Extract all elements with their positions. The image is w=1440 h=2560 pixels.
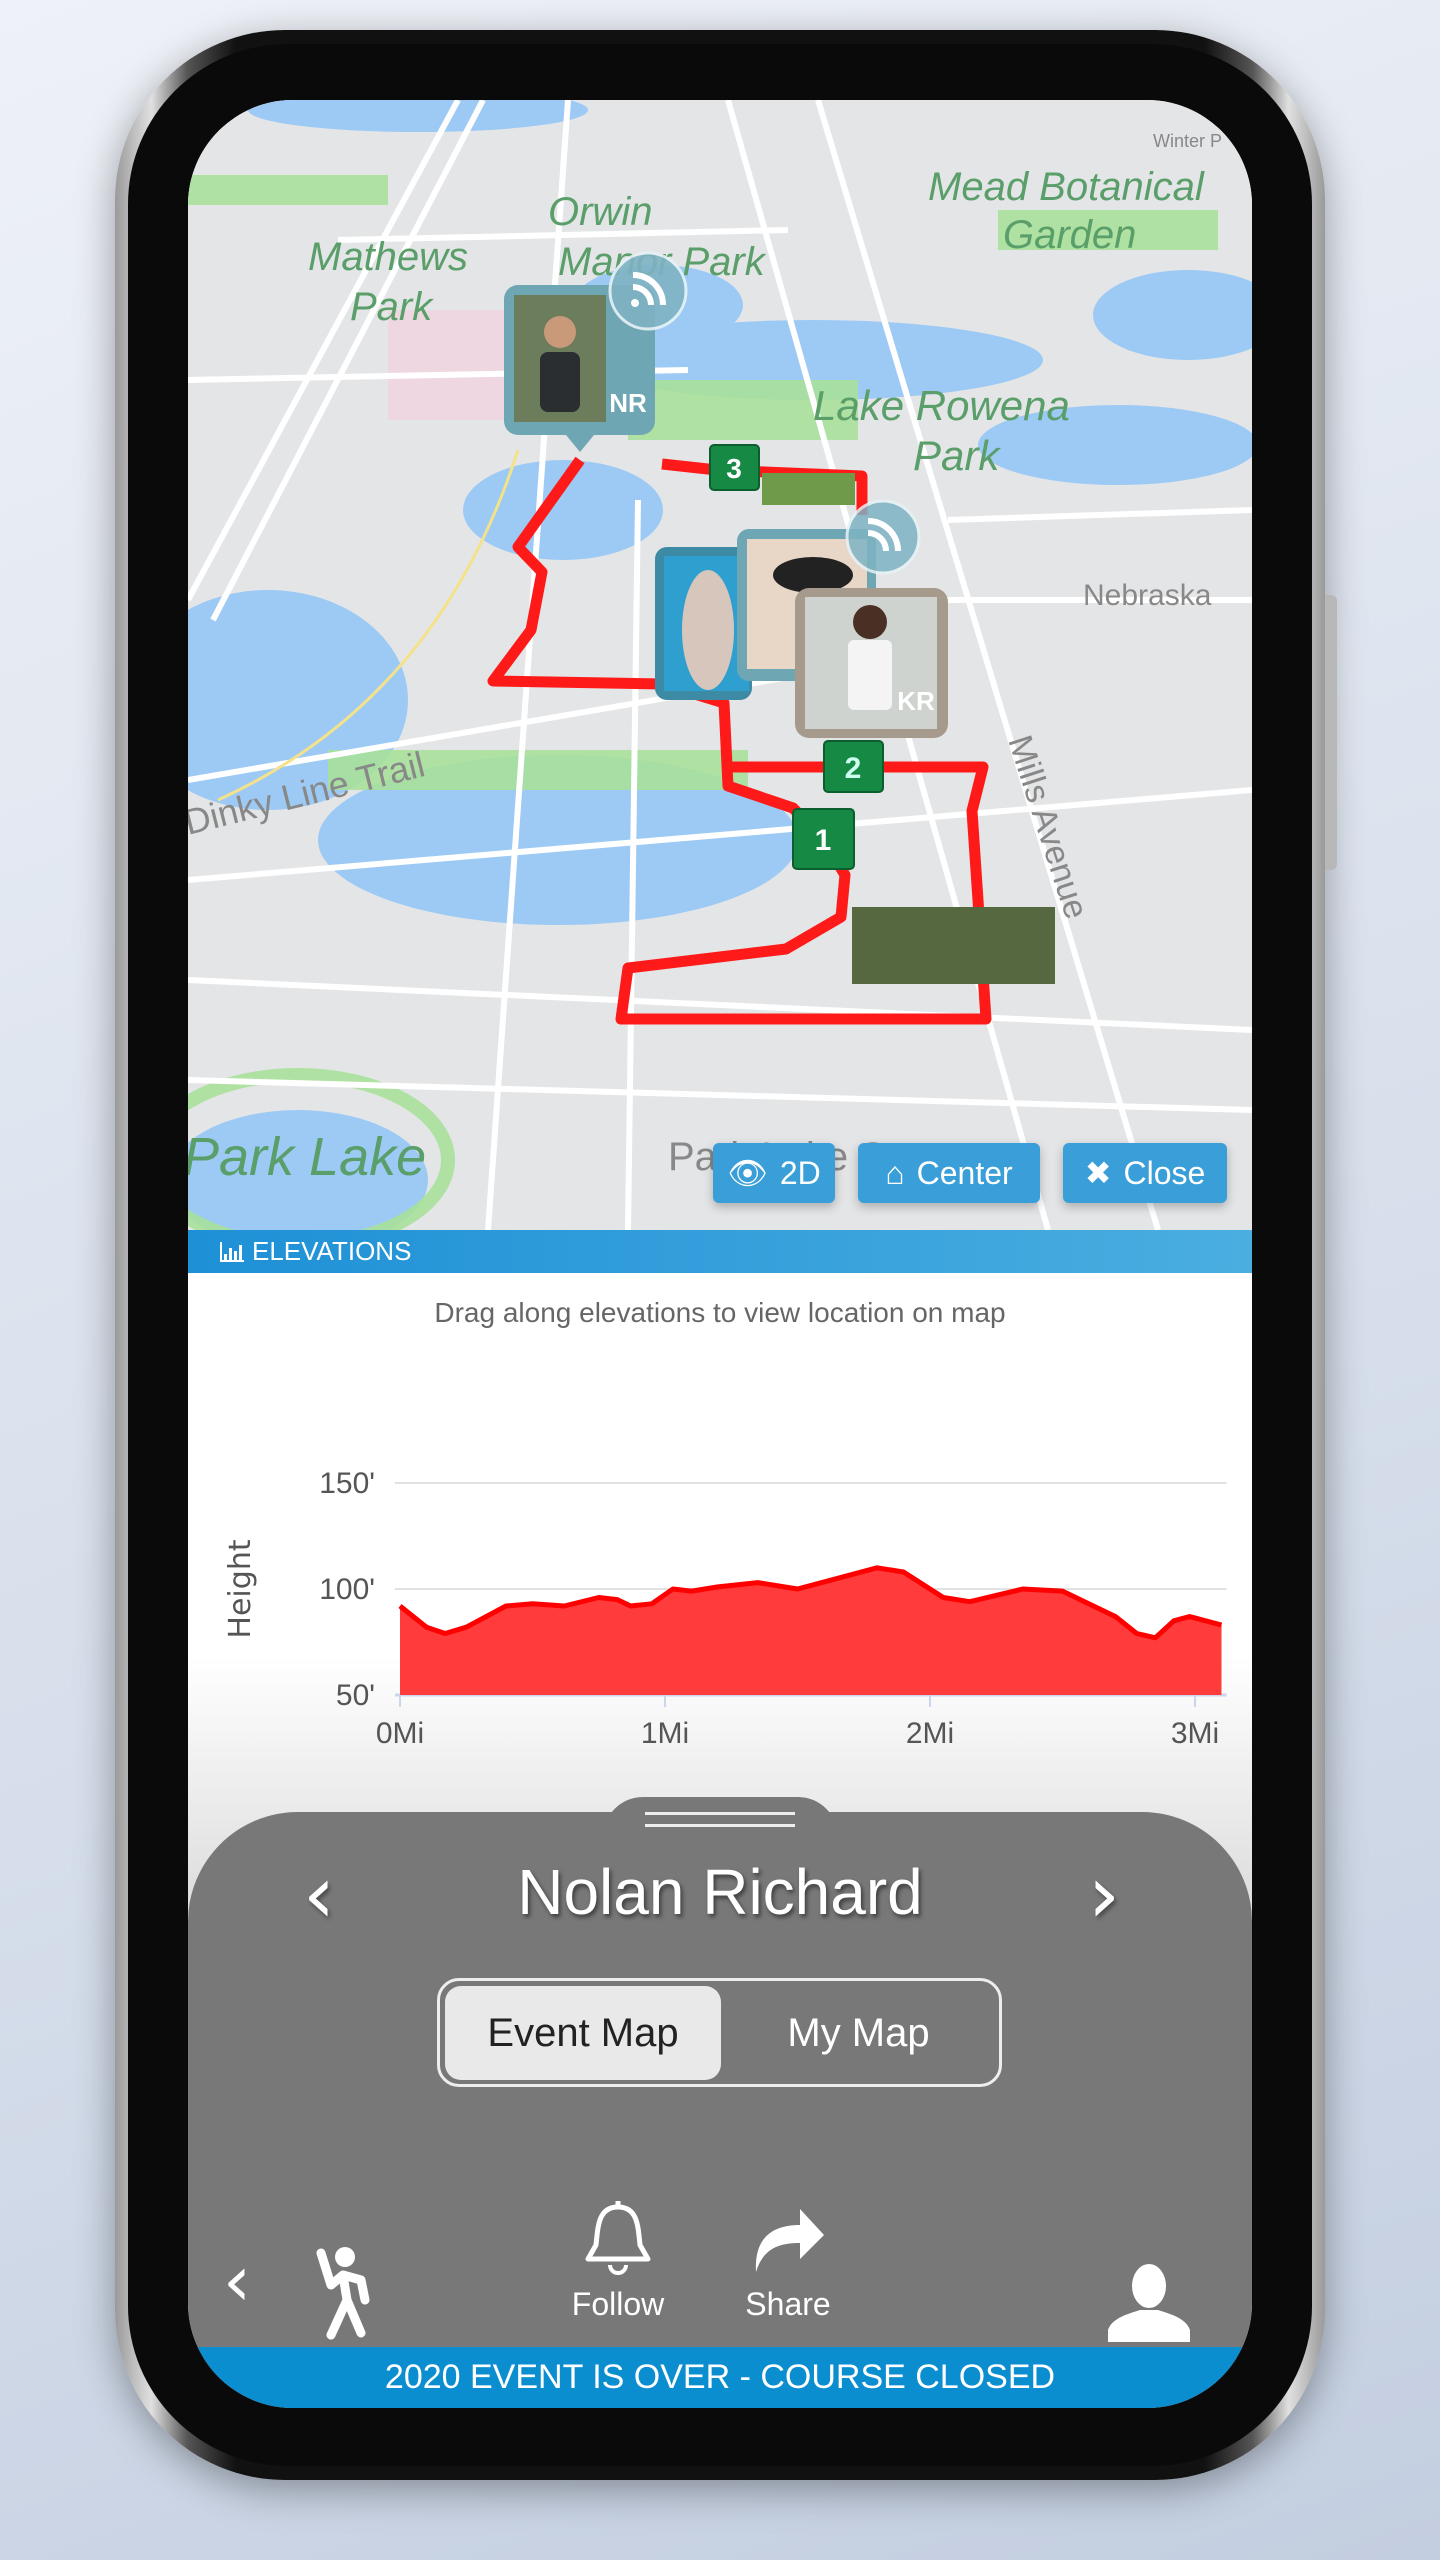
eye-icon: 👁 (727, 1155, 768, 1191)
checkpoint-1[interactable]: 1 (792, 808, 855, 870)
map-label-lake-rowena: Lake Rowena (813, 382, 1070, 429)
view-2d-button[interactable]: 👁 2D (713, 1143, 835, 1203)
tab-my-map[interactable]: My Map (721, 1986, 996, 2080)
course-map[interactable]: Orwin Manor Park Mathews Park Mead Botan… (188, 100, 1252, 1252)
map-label-orwin: Orwin (548, 190, 652, 234)
x-tick-label: 1Mi (641, 1717, 689, 1750)
svg-text:2: 2 (845, 752, 862, 785)
previous-runner-chevron-icon[interactable]: ‹ (303, 1848, 335, 1941)
y-axis-label: Height (223, 1539, 258, 1638)
x-tick-label: 3Mi (1171, 1717, 1219, 1750)
street-mills: Mills Avenue (1000, 731, 1095, 924)
svg-text:KR: KR (897, 686, 935, 716)
y-tick-label: 150' (319, 1467, 375, 1500)
map-label-mead: Mead Botanical (928, 165, 1205, 209)
follow-label: Follow (571, 2286, 665, 2322)
close-button[interactable]: ✖ Close (1063, 1143, 1227, 1203)
elevation-hint: Drag along elevations to view location o… (434, 1297, 1006, 1328)
tab-event-map[interactable]: Event Map (445, 1986, 721, 2080)
bell-icon (585, 2201, 651, 2275)
center-button[interactable]: ⌂ Center (858, 1143, 1040, 1203)
share-arrow-icon (755, 2209, 824, 2272)
map-label-park-lake: Park Lake (188, 1127, 426, 1187)
svg-text:3: 3 (726, 453, 742, 484)
checkpoint-2[interactable]: 2 (823, 740, 884, 793)
elevations-title: ELEVATIONS (252, 1236, 412, 1266)
runner-icon[interactable] (313, 2245, 383, 2340)
street-nebraska: Nebraska (1083, 579, 1212, 612)
live-signal-icon (845, 499, 921, 575)
home-icon: ⌂ (885, 1154, 905, 1191)
x-tick-label: 2Mi (906, 1717, 954, 1750)
elevations-header[interactable]: ELEVATIONS (188, 1230, 1252, 1273)
handle-line (645, 1812, 795, 1815)
follow-button[interactable]: Follow (572, 2197, 664, 2323)
handle-line (645, 1824, 795, 1827)
user-profile-icon[interactable] (1108, 2260, 1190, 2342)
next-runner-chevron-icon[interactable]: › (1088, 1848, 1120, 1941)
course-photo-small[interactable] (762, 473, 855, 505)
event-status-banner: 2020 EVENT IS OVER - COURSE CLOSED (188, 2347, 1252, 2408)
checkpoint-3[interactable]: 3 (709, 444, 760, 491)
svg-text:1: 1 (815, 824, 832, 857)
bar-chart-icon (220, 1241, 244, 1262)
map-label-garden: Garden (1003, 213, 1136, 257)
map-label-mathews-park: Park (350, 285, 434, 329)
live-signal-icon (608, 251, 688, 331)
y-tick-label: 50' (336, 1679, 375, 1712)
app-screen: Orwin Manor Park Mathews Park Mead Botan… (188, 100, 1252, 2408)
course-photo-tree[interactable] (852, 907, 1055, 984)
y-tick-label: 100' (319, 1573, 375, 1606)
share-label: Share (745, 2286, 831, 2322)
street-winter: Winter P (1153, 131, 1222, 151)
map-label-rowena-park: Park (913, 432, 1001, 479)
svg-text:NR: NR (609, 388, 647, 418)
x-tick-label: 0Mi (376, 1717, 424, 1750)
close-icon: ✖ (1084, 1155, 1112, 1191)
map-label-mathews: Mathews (308, 235, 468, 279)
map-canvas[interactable]: Orwin Manor Park Mathews Park Mead Botan… (188, 100, 1252, 1252)
phone-side-button (1325, 595, 1337, 870)
back-chevron-icon[interactable]: ‹ (223, 2240, 251, 2322)
share-button[interactable]: Share (745, 2197, 831, 2323)
runner-name: Nolan Richard (517, 1856, 923, 1928)
